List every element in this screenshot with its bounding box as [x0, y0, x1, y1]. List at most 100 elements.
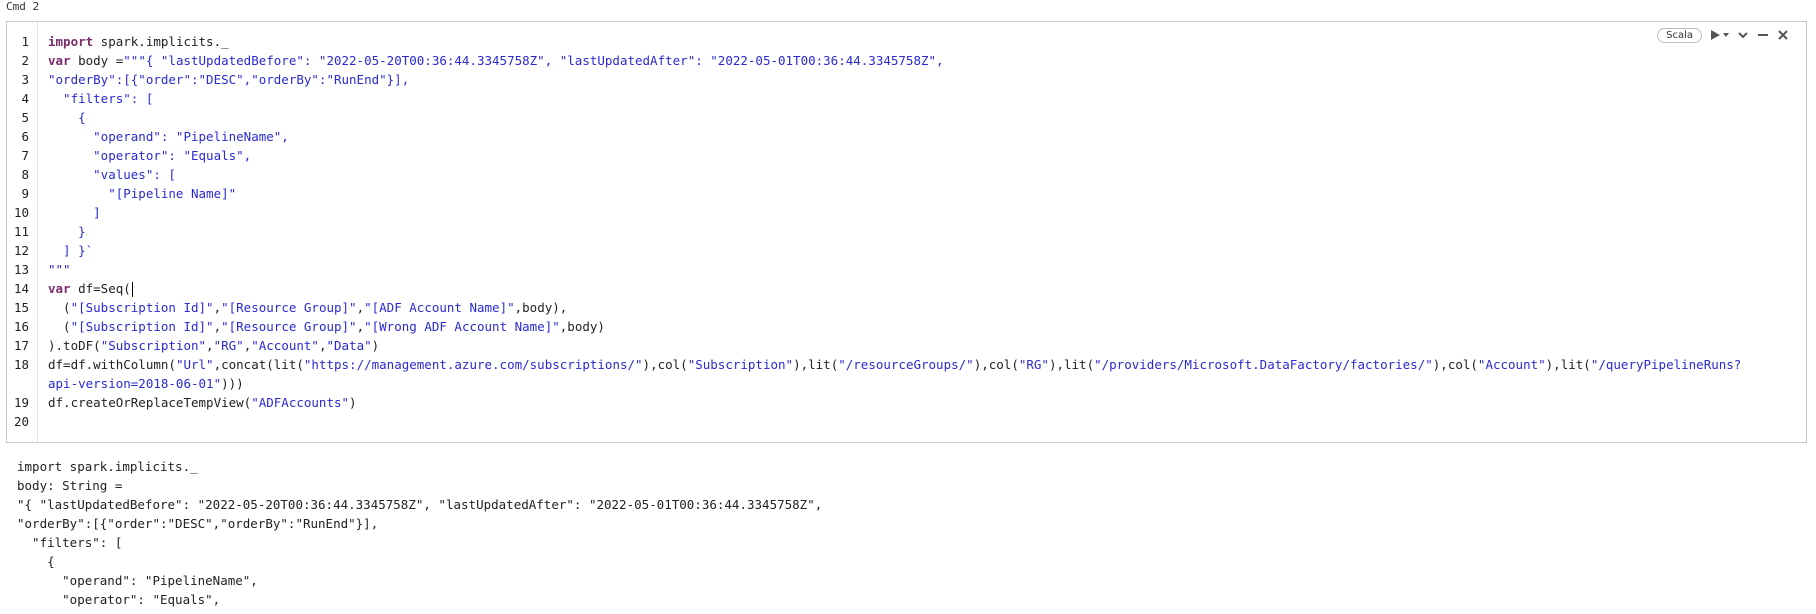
code-text: ),col(	[1432, 357, 1478, 372]
caret-down-icon[interactable]	[1722, 28, 1730, 42]
code-text: ),lit(	[1545, 357, 1591, 372]
code-string: "operator": "Equals",	[48, 148, 252, 163]
code-line: ).toDF("Subscription","RG","Account","Da…	[48, 336, 379, 355]
text-cursor	[131, 282, 133, 297]
code-string: {	[48, 110, 86, 125]
code-string: "Subscription"	[687, 357, 794, 372]
minus-icon[interactable]	[1756, 28, 1770, 42]
code-line: "values": [	[48, 165, 176, 184]
code-line: ]	[48, 203, 101, 222]
line-number: 6	[21, 129, 29, 144]
code-text: (	[48, 319, 71, 334]
code-string: "ADFAccounts"	[251, 395, 350, 410]
line-number: 8	[21, 167, 29, 182]
line-number: 1	[21, 34, 29, 49]
code-string: "Url"	[175, 357, 214, 372]
line-number: 12	[13, 243, 29, 258]
code-line: ("[Subscription Id]","[Resource Group]",…	[48, 298, 567, 317]
line-number: 14	[13, 281, 29, 296]
code-line: df.createOrReplaceTempView("ADFAccounts"…	[48, 393, 357, 412]
code-string: "/providers/Microsoft.DataFactory/factor…	[1094, 357, 1433, 372]
code-text: ),col(	[973, 357, 1019, 372]
line-number: 11	[13, 224, 29, 239]
code-text: ,	[213, 319, 222, 334]
line-number: 3	[21, 72, 29, 87]
chevron-down-icon[interactable]	[1736, 28, 1750, 42]
code-keyword: import	[48, 34, 94, 49]
code-line: "orderBy":[{"order":"DESC","orderBy":"Ru…	[48, 70, 409, 89]
code-text: ,	[356, 300, 365, 315]
output-line: import spark.implicits._	[17, 459, 198, 474]
play-icon[interactable]	[1708, 28, 1722, 42]
code-text: ,concat(lit(	[213, 357, 304, 372]
line-number: 15	[13, 300, 29, 315]
output-line: "{ "lastUpdatedBefore": "2022-05-20T00:3…	[17, 497, 823, 512]
code-line: "[Pipeline Name]"	[48, 184, 236, 203]
code-line: ] }`	[48, 241, 93, 260]
code-line: df=df.withColumn("Url",concat(lit("https…	[48, 355, 1741, 374]
code-line: "operator": "Equals",	[48, 146, 251, 165]
code-line: var body ="""{ "lastUpdatedBefore": "202…	[48, 51, 944, 70]
code-text: ,	[213, 300, 222, 315]
code-string: "values": [	[48, 167, 176, 182]
output-line: "operand": "PipelineName",	[17, 573, 258, 588]
code-string: "Account"	[1477, 357, 1546, 372]
code-text: body =	[70, 53, 124, 68]
line-number: 4	[21, 91, 29, 106]
code-text: ,	[206, 338, 214, 353]
code-string: "[Resource Group]"	[221, 300, 357, 315]
code-string: "[Pipeline Name]"	[48, 186, 237, 201]
code-string: "Subscription"	[100, 338, 207, 353]
cmd-label: Cmd 2	[6, 0, 40, 13]
code-line: "filters": [	[48, 89, 153, 108]
code-string: "Data"	[326, 338, 372, 353]
line-number: 19	[13, 395, 29, 410]
code-string: "[ADF Account Name]"	[364, 300, 515, 315]
code-line: "operand": "PipelineName",	[48, 127, 289, 146]
line-number: 17	[13, 338, 29, 353]
code-string: "RG"	[213, 338, 244, 353]
output-line: "orderBy":[{"order":"DESC","orderBy":"Ru…	[17, 516, 379, 531]
line-number-gutter: 1 2 3 4 5 6 7 8 9 10 11 12 13 14 15 16 1…	[7, 22, 38, 442]
code-text: )))	[221, 376, 244, 391]
output-line: body: String =	[17, 478, 123, 493]
code-string: """	[48, 262, 71, 277]
code-text: (	[48, 300, 71, 315]
code-string: api-version=2018-06-01"	[48, 376, 222, 391]
line-number: 16	[13, 319, 29, 334]
output-line: "filters": [	[17, 535, 123, 550]
cell-toolbar: Scala	[1657, 25, 1790, 45]
code-string: "/queryPipelineRuns?	[1590, 357, 1742, 372]
line-number: 18	[13, 357, 29, 372]
line-number: 2	[21, 53, 29, 68]
code-text: ,body),	[514, 300, 568, 315]
code-text: df=Seq(	[70, 281, 131, 296]
code-line: """	[48, 260, 71, 279]
code-string: "[Subscription Id]"	[70, 300, 214, 315]
code-string: "[Resource Group]"	[221, 319, 357, 334]
code-line: var df=Seq(	[48, 279, 133, 298]
code-string: "[Subscription Id]"	[70, 319, 214, 334]
close-icon[interactable]	[1776, 28, 1790, 42]
code-text: df.createOrReplaceTempView(	[48, 395, 252, 410]
code-text: ).toDF(	[48, 338, 101, 353]
output-line: "operator": "Equals",	[17, 592, 221, 607]
code-string: """{ "lastUpdatedBefore": "2022-05-20T00…	[123, 53, 944, 68]
code-string: ]	[48, 205, 101, 220]
code-string: "https://management.azure.com/subscripti…	[303, 357, 643, 372]
code-line: ("[Subscription Id]","[Resource Group]",…	[48, 317, 605, 336]
line-number: 10	[13, 205, 29, 220]
code-string: ] }`	[48, 243, 94, 258]
code-string: "Account"	[251, 338, 319, 353]
code-string: "filters": [	[48, 91, 154, 106]
code-keyword: var	[48, 281, 71, 296]
line-number: 13	[13, 262, 29, 277]
code-text: spark.implicits._	[93, 34, 229, 49]
code-text: ,	[356, 319, 365, 334]
output-line: {	[17, 554, 55, 569]
line-number: 7	[21, 148, 29, 163]
code-line: {	[48, 108, 86, 127]
code-cell[interactable]: Scala 1 2 3 4 5 6 7 8 9 10 11 12 13 14 1…	[6, 21, 1807, 443]
code-line: api-version=2018-06-01")))	[48, 374, 244, 393]
language-button[interactable]: Scala	[1657, 27, 1702, 43]
